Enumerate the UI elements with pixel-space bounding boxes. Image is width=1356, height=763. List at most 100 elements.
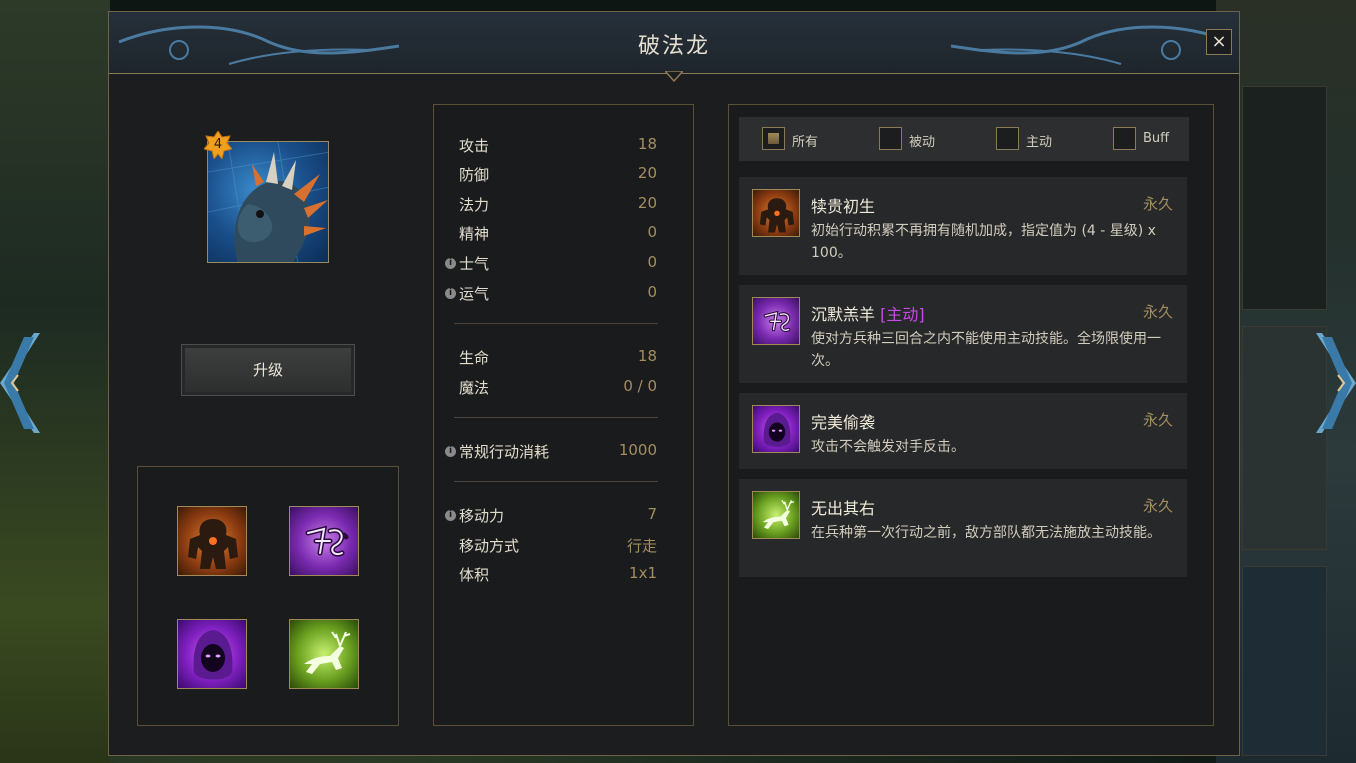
silence-rune-icon bbox=[763, 310, 791, 332]
ability-description: 初始行动积累不再拥有随机加成，指定值为 (4 - 星级) x 100。 bbox=[811, 223, 1156, 261]
silence-rune-icon bbox=[752, 297, 800, 345]
ability-description: 攻击不会触发对手反击。 bbox=[811, 439, 965, 455]
ability-duration: 永久 bbox=[1142, 497, 1173, 515]
stat-move-type: 移动方式 行走 bbox=[459, 535, 657, 557]
hooded-figure-icon[interactable] bbox=[177, 619, 247, 689]
ability-name: 沉默羔羊 [主动] bbox=[811, 301, 925, 325]
silence-rune-icon[interactable] bbox=[289, 506, 359, 576]
stat-value: 行走 bbox=[626, 537, 657, 555]
stat-value: 1000 bbox=[618, 441, 657, 459]
ability-name-text: 无出其右 bbox=[811, 499, 876, 518]
filter-label: 主动 bbox=[1026, 135, 1053, 150]
ability-name: 无出其右 bbox=[811, 495, 875, 519]
stat-magic-power: 法力 20 bbox=[459, 194, 657, 216]
stat-label: 常规行动消耗 bbox=[459, 443, 550, 461]
ability-filter-bar: 所有 被动 主动 Buff bbox=[739, 117, 1189, 161]
stat-size: 体积 1x1 bbox=[459, 564, 657, 586]
stat-luck: i 运气 0 bbox=[445, 283, 657, 305]
stats-divider bbox=[454, 417, 658, 418]
leaping-deer-icon[interactable] bbox=[289, 619, 359, 689]
stats-divider bbox=[454, 323, 658, 324]
stat-value: 0 / 0 bbox=[623, 377, 657, 395]
abilities-panel: 所有 被动 主动 Buff 犊贵初生 永久 初始行动积累不再拥有随机加成，指定值… bbox=[728, 104, 1214, 726]
dragon-portrait-icon bbox=[208, 142, 328, 262]
stat-defense: 防御 20 bbox=[459, 164, 657, 186]
leaping-deer-icon bbox=[304, 631, 351, 674]
info-icon[interactable]: i bbox=[445, 510, 456, 521]
ability-name-text: 沉默羔羊 bbox=[811, 305, 876, 324]
stat-action-cost: i 常规行动消耗 1000 bbox=[445, 441, 657, 463]
stat-value: 20 bbox=[637, 194, 657, 212]
stat-label: 士气 bbox=[459, 255, 490, 273]
header-notch-icon bbox=[665, 71, 683, 83]
ability-name: 完美偷袭 bbox=[811, 409, 875, 433]
ability-description: 在兵种第一次行动之前，敌方部队都无法施放主动技能。 bbox=[811, 525, 1161, 541]
stat-morale: i 士气 0 bbox=[445, 253, 657, 275]
stats-panel: 攻击 18 防御 20 法力 20 精神 0 i 士气 0 i 运气 0 生命 … bbox=[433, 104, 694, 726]
ability-duration: 永久 bbox=[1142, 195, 1173, 213]
stat-value: 18 bbox=[637, 347, 657, 365]
skill-icons-panel bbox=[137, 466, 399, 726]
ability-item[interactable]: 无出其右 永久 在兵种第一次行动之前，敌方部队都无法施放主动技能。 bbox=[739, 479, 1187, 577]
background-card bbox=[1242, 566, 1327, 756]
stat-movement: i 移动力 7 bbox=[445, 505, 657, 527]
filter-label: 所有 bbox=[792, 135, 819, 150]
dialog-title: 破法龙 bbox=[637, 34, 710, 59]
silence-rune-icon bbox=[305, 525, 349, 557]
info-icon[interactable]: i bbox=[445, 288, 456, 299]
dialog-header: 破法龙 × bbox=[109, 12, 1239, 74]
stat-value: 0 bbox=[647, 223, 657, 241]
stats-divider bbox=[454, 481, 658, 482]
stat-spirit: 精神 0 bbox=[459, 223, 657, 245]
golem-icon bbox=[188, 519, 238, 569]
background-card bbox=[1242, 86, 1327, 310]
info-icon[interactable]: i bbox=[445, 258, 456, 269]
ability-item[interactable]: 完美偷袭 永久 攻击不会触发对手反击。 bbox=[739, 393, 1187, 469]
golem-icon[interactable] bbox=[177, 506, 247, 576]
leaping-deer-icon bbox=[762, 499, 795, 530]
star-level-badge: 4 bbox=[203, 130, 233, 161]
stat-label: 生命 bbox=[459, 349, 490, 367]
golem-icon bbox=[759, 198, 795, 233]
filter-checkbox[interactable] bbox=[879, 127, 902, 150]
ability-item[interactable]: 犊贵初生 永久 初始行动积累不再拥有随机加成，指定值为 (4 - 星级) x 1… bbox=[739, 177, 1187, 275]
ability-name-text: 完美偷袭 bbox=[811, 413, 876, 432]
stat-label: 体积 bbox=[459, 566, 490, 584]
ability-name: 犊贵初生 bbox=[811, 193, 875, 217]
stat-attack: 攻击 18 bbox=[459, 135, 657, 157]
previous-unit-arrow-icon[interactable] bbox=[0, 333, 40, 433]
ability-item[interactable]: 沉默羔羊 [主动] 永久 使对方兵种三回合之内不能使用主动技能。全场限使用一次。 bbox=[739, 285, 1187, 383]
stat-label: 移动方式 bbox=[459, 537, 520, 555]
stat-value: 20 bbox=[637, 164, 657, 182]
unit-portrait bbox=[207, 141, 329, 263]
stat-label: 运气 bbox=[459, 285, 490, 303]
stat-label: 魔法 bbox=[459, 379, 490, 397]
close-button[interactable]: × bbox=[1206, 29, 1232, 55]
ability-description: 使对方兵种三回合之内不能使用主动技能。全场限使用一次。 bbox=[811, 331, 1161, 369]
stat-label: 防御 bbox=[459, 166, 490, 184]
ability-type-tag: [主动] bbox=[880, 305, 925, 324]
star-level-value: 4 bbox=[213, 137, 223, 152]
ability-duration: 永久 bbox=[1142, 303, 1173, 321]
background-card bbox=[1242, 326, 1327, 550]
stat-label: 移动力 bbox=[459, 507, 505, 525]
stat-mana: 魔法 0 / 0 bbox=[459, 377, 657, 399]
upgrade-button[interactable]: 升级 bbox=[181, 344, 355, 396]
filter-label: 被动 bbox=[909, 135, 936, 150]
info-icon[interactable]: i bbox=[445, 446, 456, 457]
hooded-figure-icon bbox=[193, 630, 233, 680]
filter-checkbox[interactable] bbox=[762, 127, 785, 150]
leaping-deer-icon bbox=[752, 491, 800, 539]
unit-info-dialog: 破法龙 × 4 升级 攻击 18 防御 20 法力 20 精神 0 i 士气 0… bbox=[108, 11, 1240, 756]
filter-checkbox[interactable] bbox=[1113, 127, 1136, 150]
hooded-figure-icon bbox=[763, 412, 791, 447]
next-unit-arrow-icon[interactable] bbox=[1316, 333, 1356, 433]
stat-label: 攻击 bbox=[459, 137, 490, 155]
stat-value: 7 bbox=[647, 505, 657, 523]
stat-value: 1x1 bbox=[629, 564, 657, 582]
stat-label: 精神 bbox=[459, 225, 490, 243]
ability-duration: 永久 bbox=[1142, 411, 1173, 429]
golem-icon bbox=[752, 189, 800, 237]
filter-checkbox[interactable] bbox=[996, 127, 1019, 150]
stat-value: 18 bbox=[637, 135, 657, 153]
